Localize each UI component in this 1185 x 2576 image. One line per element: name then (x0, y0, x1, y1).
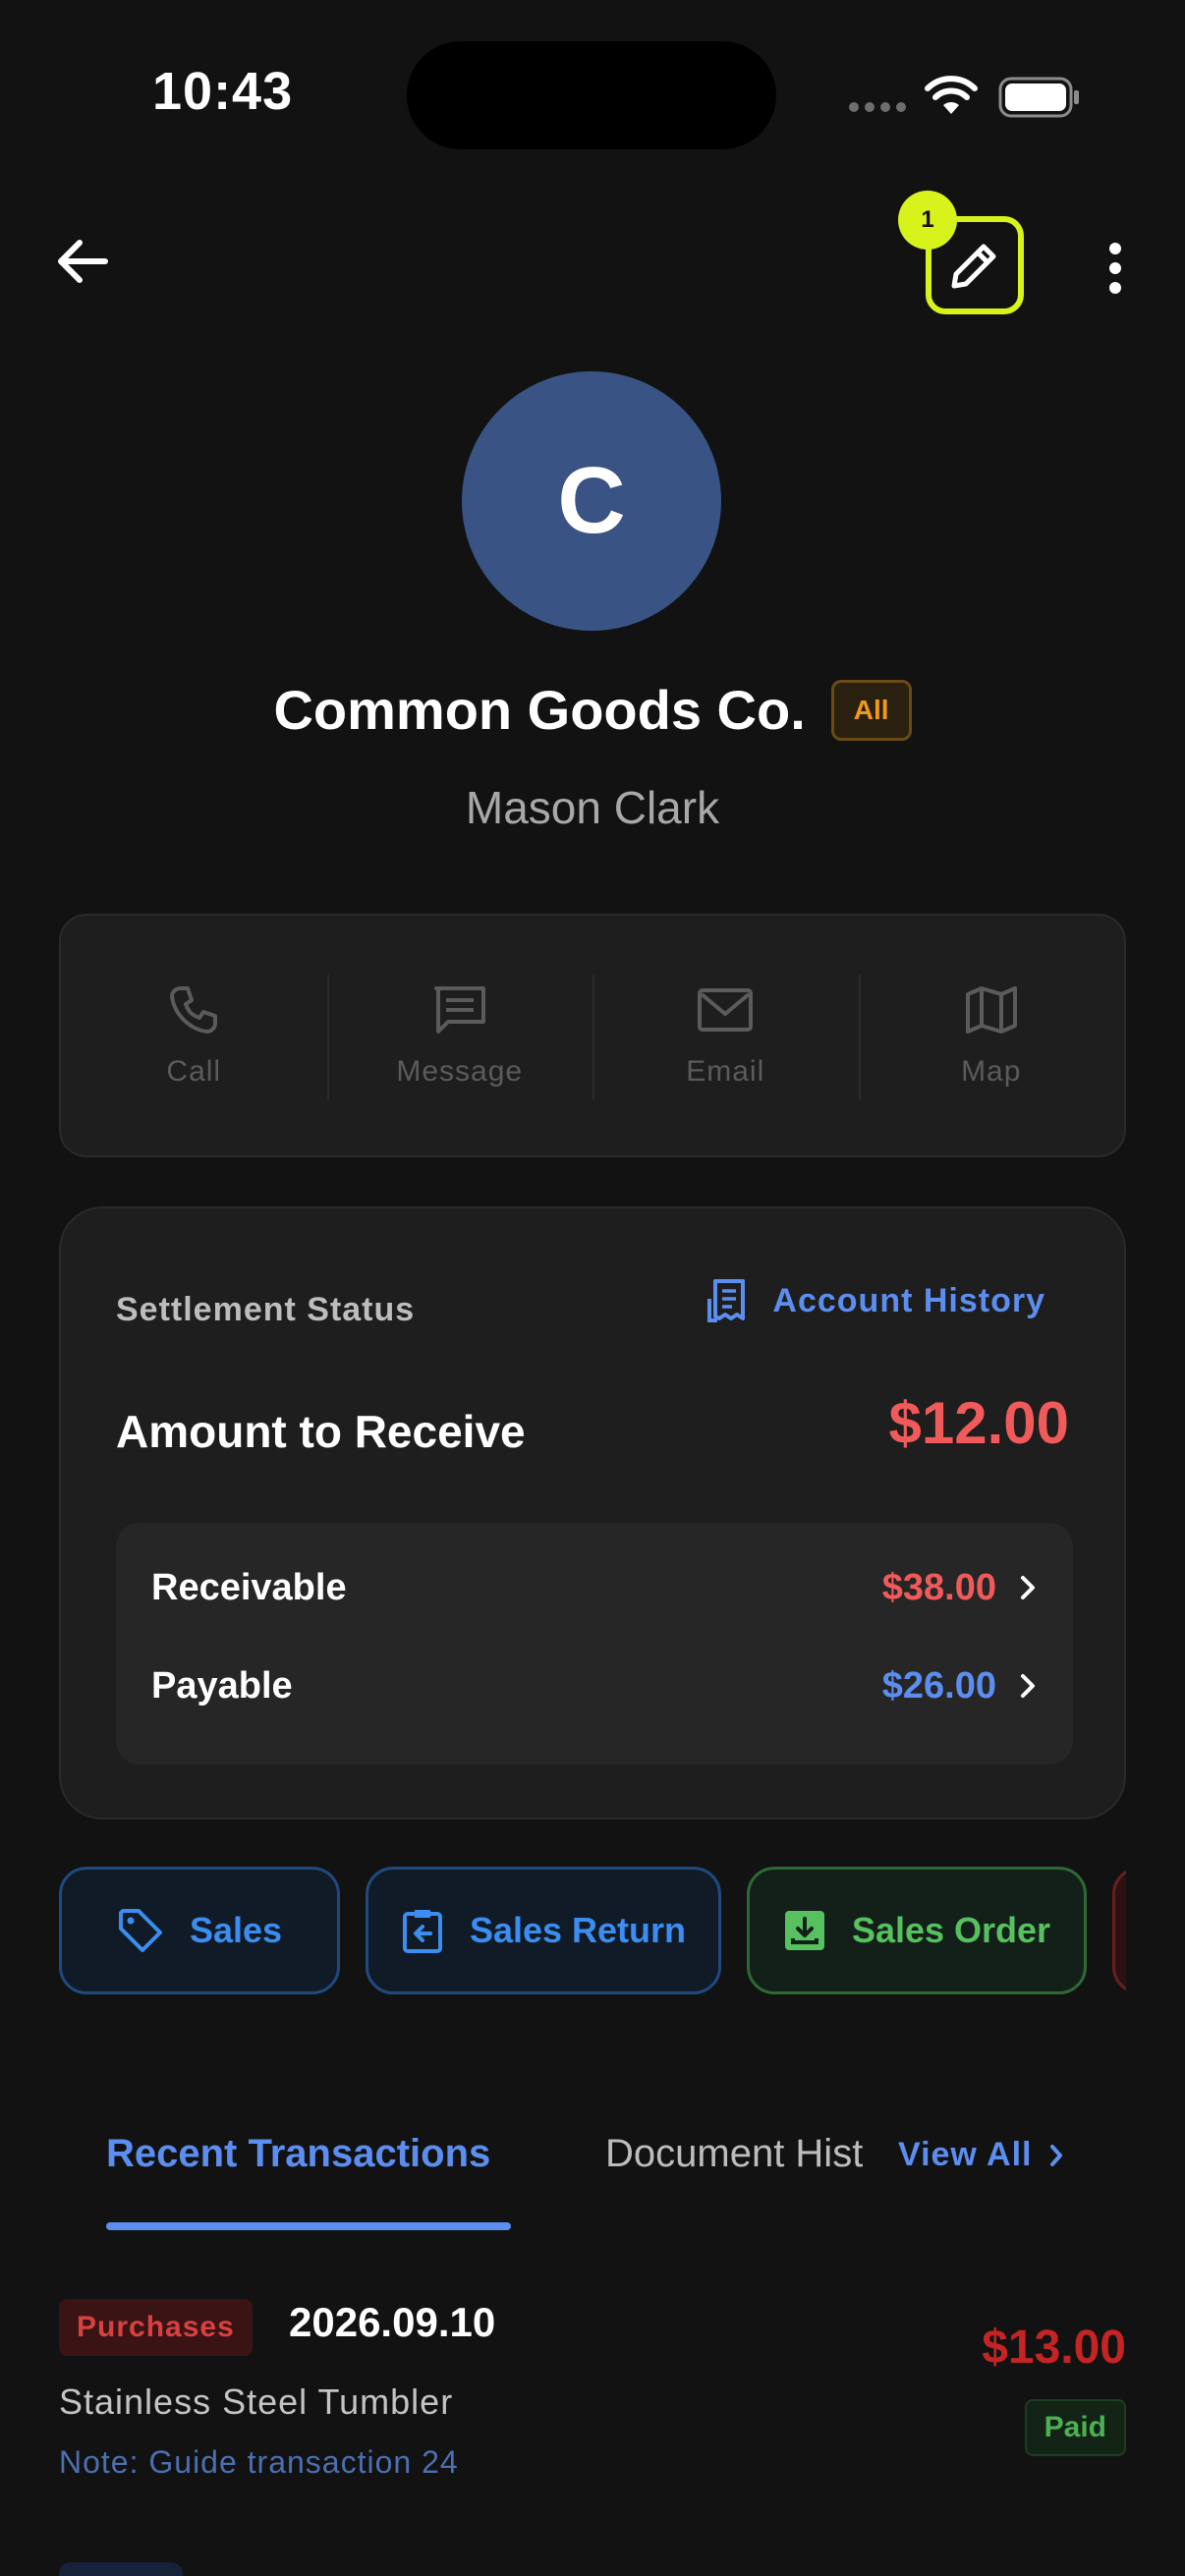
receivable-label: Receivable (151, 1566, 347, 1608)
transaction-type-badge: Purchases (59, 2299, 253, 2356)
settlement-card: Settlement Status Account History Amount… (59, 1206, 1126, 1820)
map-action[interactable]: Map (858, 916, 1125, 1155)
wifi-icon (925, 76, 978, 114)
avatar: C (462, 371, 721, 631)
call-label: Call (166, 1055, 222, 1088)
sales-order-button[interactable]: Sales Order (747, 1867, 1087, 1994)
back-button[interactable] (51, 230, 114, 293)
sales-label: Sales (189, 1910, 283, 1950)
account-history-label: Account History (772, 1281, 1045, 1319)
map-icon (965, 986, 1017, 1034)
transaction-amount: $13.00 (982, 2322, 1126, 2374)
email-action[interactable]: Email (592, 916, 859, 1155)
receipt-icon (707, 1279, 746, 1322)
more-document-button[interactable] (1112, 1867, 1126, 1994)
view-all-label: View All (898, 2136, 1033, 2173)
sales-return-label: Sales Return (469, 1910, 687, 1950)
sales-button[interactable]: Sales (59, 1867, 340, 1994)
transaction-date: 2026.09.10 (289, 2299, 496, 2345)
quick-actions-card: Call Message Email Map (59, 914, 1126, 1157)
message-icon (433, 986, 485, 1034)
pencil-icon (951, 244, 996, 289)
settlement-title: Settlement Status (116, 1291, 416, 1328)
dot (1109, 282, 1121, 294)
chevron-right-icon (1049, 2144, 1062, 2166)
amount-to-receive-label: Amount to Receive (116, 1406, 526, 1457)
company-name: Common Goods Co. (273, 679, 806, 741)
message-action[interactable]: Message (326, 916, 593, 1155)
contact-name: Mason Clark (465, 782, 720, 833)
phone-icon (170, 986, 218, 1034)
active-tab-indicator (106, 2222, 511, 2230)
next-transaction-badge (59, 2562, 183, 2576)
inbox-download-icon (784, 1911, 824, 1950)
receivable-row[interactable]: Receivable $38.00 (151, 1558, 1038, 1617)
sales-return-button[interactable]: Sales Return (366, 1867, 721, 1994)
message-label: Message (396, 1055, 524, 1088)
balance-breakdown: Receivable $38.00 Payable $26.00 (116, 1523, 1073, 1764)
cellular-signal-icon (849, 102, 906, 112)
email-label: Email (686, 1055, 765, 1088)
payable-label: Payable (151, 1664, 293, 1707)
chevron-right-icon (1021, 1576, 1035, 1599)
category-tag: All (830, 679, 912, 741)
status-bar: 10:43 (0, 0, 1185, 196)
map-label: Map (961, 1055, 1022, 1088)
tab-document-history[interactable]: Document History (605, 2132, 863, 2176)
transaction-item[interactable]: Purchases 2026.09.10 Stainless Steel Tum… (59, 2299, 1126, 2495)
arrow-left-icon (58, 240, 108, 283)
more-options-button[interactable] (1091, 234, 1140, 303)
mail-icon (698, 988, 754, 1032)
dot (1109, 243, 1121, 254)
tab-recent-transactions[interactable]: Recent Transactions (106, 2132, 490, 2176)
return-icon (402, 1910, 442, 1953)
transaction-note: Note: Guide transaction 24 (59, 2444, 459, 2480)
transaction-status-badge: Paid (1024, 2399, 1126, 2456)
edit-annotation-badge: 1 (898, 191, 957, 250)
transaction-item-name: Stainless Steel Tumbler (59, 2381, 454, 2422)
payable-row[interactable]: Payable $26.00 (151, 1656, 1038, 1715)
call-action[interactable]: Call (61, 916, 327, 1155)
payable-value: $26.00 (881, 1664, 996, 1707)
amount-to-receive-value: $12.00 (888, 1390, 1069, 1456)
dot (1109, 262, 1121, 274)
sales-order-label: Sales Order (851, 1910, 1051, 1950)
dynamic-island (407, 41, 776, 149)
document-type-row: Sales Sales Return Sales Order (59, 1867, 1126, 1994)
battery-icon (998, 77, 1079, 118)
status-time: 10:43 (152, 62, 294, 121)
account-history-link[interactable]: Account History (707, 1277, 1045, 1324)
receivable-value: $38.00 (881, 1566, 996, 1608)
company-row: Common Goods Co. All (0, 678, 1185, 742)
chevron-right-icon (1021, 1674, 1035, 1698)
transaction-tabs: Recent Transactions Document History Vie… (0, 2122, 1185, 2230)
view-all-link[interactable]: View All (898, 2136, 1064, 2174)
tag-icon (118, 1909, 162, 1952)
